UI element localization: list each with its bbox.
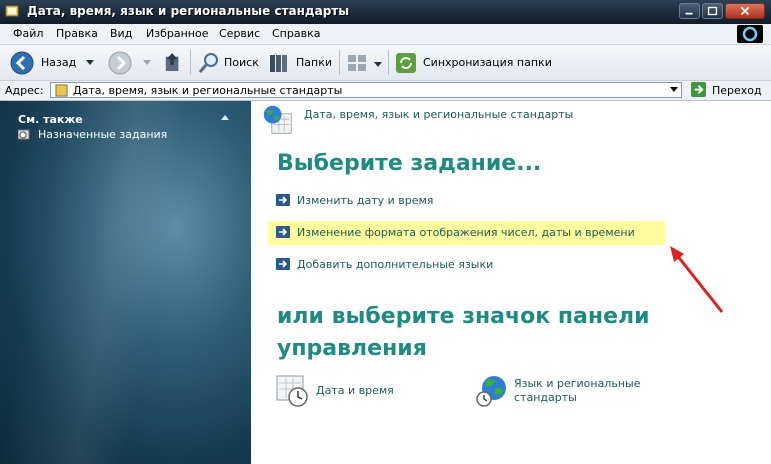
windows-logo-icon <box>737 25 763 43</box>
close-button[interactable] <box>725 3 765 19</box>
search-label: Поиск <box>224 56 259 69</box>
toolbar-separator <box>388 50 389 75</box>
menu-edit[interactable]: Правка <box>56 27 98 40</box>
menu-help[interactable]: Справка <box>272 27 320 40</box>
address-label: Адрес: <box>5 84 44 97</box>
views-dropdown-icon <box>374 62 382 67</box>
sidebar-item-label: Назначенные задания <box>38 128 168 141</box>
pick-icon-heading: или выберите значок панели управления <box>277 304 650 361</box>
menu-file[interactable]: Файл <box>13 27 43 40</box>
maximize-button[interactable] <box>702 3 723 19</box>
go-arrow-icon <box>691 82 706 97</box>
close-icon <box>740 6 750 16</box>
regional-settings-icon <box>476 376 506 407</box>
task-label: Изменить дату и время <box>297 194 434 207</box>
scheduled-tasks-icon <box>18 129 30 140</box>
category-title: Дата, время, язык и региональные стандар… <box>304 108 574 121</box>
task-label: Добавить дополнительные языки <box>297 258 494 271</box>
title-bar[interactable]: Дата, время, язык и региональные стандар… <box>0 0 771 24</box>
go-button[interactable]: Переход <box>689 82 769 98</box>
address-bar: Адрес: Дата, время, язык и региональные … <box>0 81 771 101</box>
cp-icon-label: Дата и время <box>316 384 394 397</box>
task-change-number-date-format[interactable]: Изменение формата отображения чисел, дат… <box>268 221 665 245</box>
address-value: Дата, время, язык и региональные стандар… <box>73 84 343 97</box>
task-arrow-icon <box>276 194 290 206</box>
minimize-icon <box>685 12 693 15</box>
menu-bar: Файл Правка Вид Избранное Сервис Справка <box>0 24 771 45</box>
back-button[interactable]: Назад <box>8 49 83 76</box>
cp-icon-label: Язык и региональные стандарты <box>514 377 641 404</box>
see-also-heading: См. также <box>18 113 83 126</box>
maximize-icon <box>707 6 718 16</box>
folders-label: Папки <box>296 56 332 69</box>
up-folder-icon[interactable] <box>164 51 182 73</box>
forward-arrow-icon[interactable] <box>108 51 132 75</box>
views-icon <box>348 55 366 71</box>
category-globe-icon <box>263 105 292 134</box>
task-arrow-icon <box>276 226 290 238</box>
address-dropdown-icon[interactable] <box>670 87 678 92</box>
toolbar-separator <box>190 50 191 75</box>
date-time-icon <box>276 375 308 407</box>
menu-view[interactable]: Вид <box>110 27 132 40</box>
views-button[interactable] <box>344 49 384 76</box>
go-label: Переход <box>712 84 762 97</box>
menu-tools[interactable]: Сервис <box>219 27 260 40</box>
sync-button[interactable]: Синхронизация папки <box>393 49 552 76</box>
cp-icon-regional-settings[interactable]: Язык и региональные стандарты <box>475 374 675 414</box>
folders-button[interactable]: Папки <box>266 49 334 76</box>
back-label: Назад <box>41 56 77 69</box>
control-panel-icon <box>5 5 19 17</box>
collapse-chevron-icon[interactable] <box>221 115 229 120</box>
window-title: Дата, время, язык и региональные стандар… <box>27 4 350 18</box>
task-change-date-time[interactable]: Изменить дату и время <box>276 194 433 207</box>
sync-icon <box>396 53 416 73</box>
pick-task-heading: Выберите задание... <box>277 151 542 176</box>
toolbar: Назад Поиск Папки Синхронизация папки <box>0 45 771 81</box>
cp-icon-date-time[interactable]: Дата и время <box>276 374 456 410</box>
forward-dropdown-icon[interactable] <box>142 57 152 67</box>
control-panel-small-icon <box>55 84 68 97</box>
task-label: Изменение формата отображения чисел, дат… <box>297 226 635 239</box>
task-arrow-icon <box>276 258 290 270</box>
search-icon <box>198 53 218 73</box>
explorer-window: Дата, время, язык и региональные стандар… <box>0 0 771 464</box>
menu-favorites[interactable]: Избранное <box>146 27 208 40</box>
back-arrow-icon <box>10 51 34 75</box>
minimize-button[interactable] <box>679 3 700 19</box>
task-sidebar: См. также Назначенные задания <box>0 101 251 464</box>
sidebar-item-scheduled-tasks[interactable]: Назначенные задания <box>18 128 167 141</box>
address-input[interactable]: Дата, время, язык и региональные стандар… <box>50 82 682 98</box>
search-button[interactable]: Поиск <box>196 49 259 76</box>
sync-label: Синхронизация папки <box>423 56 552 69</box>
task-add-languages[interactable]: Добавить дополнительные языки <box>276 258 493 271</box>
folders-icon <box>270 55 287 72</box>
annotation-arrow-icon <box>670 246 724 313</box>
back-dropdown-icon[interactable] <box>85 57 95 67</box>
toolbar-separator <box>339 50 340 75</box>
